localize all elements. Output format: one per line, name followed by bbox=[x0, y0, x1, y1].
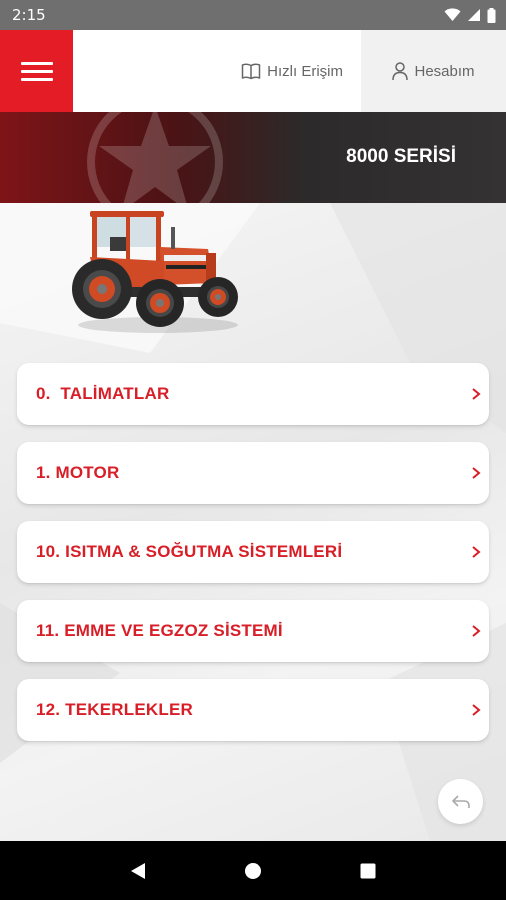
account-label: Hesabım bbox=[414, 62, 475, 80]
battery-icon bbox=[487, 7, 496, 23]
star-emblem-icon bbox=[87, 112, 223, 203]
app-header: Hızlı Erişim Hesabım bbox=[0, 30, 506, 112]
quick-access-label: Hızlı Erişim bbox=[267, 62, 343, 80]
system-nav-bar bbox=[0, 841, 506, 900]
wifi-icon bbox=[444, 8, 461, 21]
menu-item-label: 10. ISITMA & SOĞUTMA SİSTEMLERİ bbox=[36, 542, 343, 561]
menu-item-talimatlar[interactable]: 0. TALİMATLAR bbox=[17, 363, 489, 425]
quick-access-button[interactable]: Hızlı Erişim bbox=[231, 30, 361, 112]
chevron-right-icon bbox=[471, 466, 481, 480]
menu-item-emme-egzoz[interactable]: 11. EMME VE EGZOZ SİSTEMİ bbox=[17, 600, 489, 662]
status-icons bbox=[444, 7, 496, 23]
nav-recents-button[interactable] bbox=[348, 851, 388, 891]
tractor-image bbox=[72, 211, 238, 333]
menu-item-label: 0. TALİMATLAR bbox=[36, 384, 170, 403]
chevron-right-icon bbox=[471, 387, 481, 401]
back-button[interactable] bbox=[438, 779, 483, 824]
menu-item-isitma-sogutma[interactable]: 10. ISITMA & SOĞUTMA SİSTEMLERİ bbox=[17, 521, 489, 583]
book-icon bbox=[241, 63, 261, 79]
page-title: 8000 SERİSİ bbox=[346, 146, 456, 167]
user-icon bbox=[392, 61, 409, 80]
menu-list: 0. TALİMATLAR 1. MOTOR 10. ISITMA & SOĞU… bbox=[17, 363, 489, 758]
status-time: 2:15 bbox=[12, 6, 46, 24]
home-icon bbox=[244, 862, 261, 879]
chevron-right-icon bbox=[471, 624, 481, 638]
menu-item-label: 12. TEKERLEKLER bbox=[36, 700, 193, 719]
menu-item-label: 11. EMME VE EGZOZ SİSTEMİ bbox=[36, 621, 283, 640]
nav-home-button[interactable] bbox=[233, 851, 273, 891]
nav-back-button[interactable] bbox=[118, 851, 158, 891]
reply-icon bbox=[451, 794, 470, 808]
series-banner: 8000 SERİSİ bbox=[0, 112, 506, 203]
menu-item-tekerlekler[interactable]: 12. TEKERLEKLER bbox=[17, 679, 489, 741]
menu-item-motor[interactable]: 1. MOTOR bbox=[17, 442, 489, 504]
account-button[interactable]: Hesabım bbox=[361, 30, 506, 112]
chevron-right-icon bbox=[471, 703, 481, 717]
content-area: 0. TALİMATLAR 1. MOTOR 10. ISITMA & SOĞU… bbox=[0, 203, 506, 841]
menu-button[interactable] bbox=[0, 30, 73, 112]
chevron-right-icon bbox=[471, 545, 481, 559]
recents-icon bbox=[360, 863, 376, 878]
menu-item-label: 1. MOTOR bbox=[36, 463, 120, 482]
status-bar: 2:15 bbox=[0, 0, 506, 30]
back-icon bbox=[130, 862, 145, 879]
hamburger-icon bbox=[20, 57, 53, 86]
signal-icon bbox=[468, 9, 480, 21]
